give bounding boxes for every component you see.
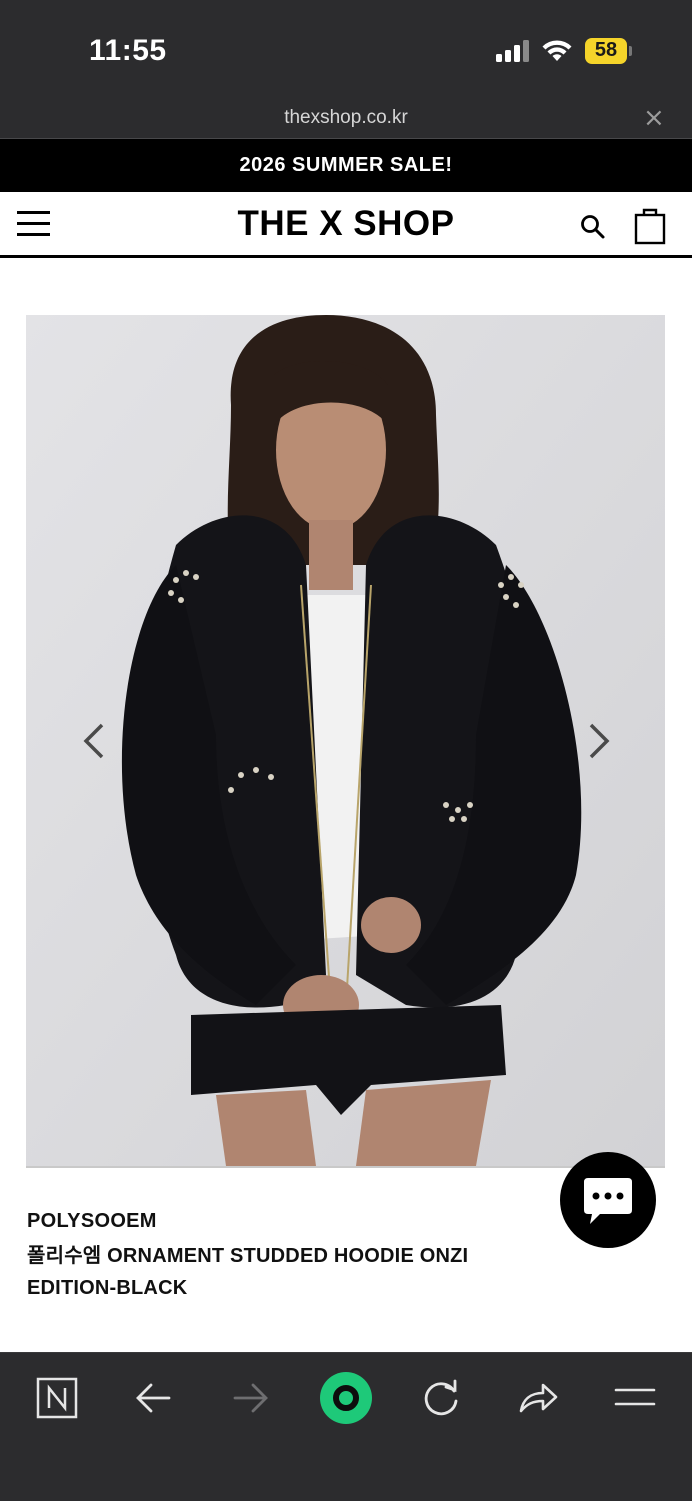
product-brand[interactable]: POLYSOOEM — [27, 1210, 157, 1233]
url-bar[interactable]: thexshop.co.kr × — [0, 100, 692, 139]
status-bar: 11:55 58 — [0, 0, 692, 100]
wifi-icon — [542, 40, 572, 61]
reload-icon[interactable] — [416, 1373, 466, 1423]
battery-nub — [629, 46, 632, 56]
share-icon[interactable] — [513, 1373, 563, 1423]
status-time: 11:55 — [89, 34, 167, 67]
site-header: THE X SHOP — [0, 192, 692, 258]
naver-n-icon[interactable] — [32, 1373, 82, 1423]
signal-icon — [496, 40, 529, 62]
close-icon[interactable]: × — [643, 102, 665, 134]
chevron-right-icon[interactable] — [585, 722, 613, 760]
menu-lines-icon[interactable] — [610, 1373, 660, 1423]
product-name: 폴리수엠 ORNAMENT STUDDED HOODIE ONZI EDITIO… — [27, 1245, 469, 1299]
back-arrow-icon[interactable] — [129, 1373, 179, 1423]
product-photo — [26, 315, 665, 1166]
url-text[interactable]: thexshop.co.kr — [0, 107, 692, 129]
battery-level: 58 — [594, 39, 618, 61]
site-logo[interactable]: THE X SHOP — [238, 204, 455, 243]
chat-button[interactable] — [560, 1152, 656, 1248]
product-image[interactable] — [26, 315, 665, 1168]
chevron-left-icon[interactable] — [80, 722, 108, 760]
chat-bubble-icon — [584, 1178, 632, 1224]
green-circle-home-icon[interactable] — [319, 1371, 373, 1425]
forward-arrow-icon[interactable] — [225, 1373, 275, 1423]
promo-banner[interactable]: 2026 SUMMER SALE! — [0, 139, 692, 192]
search-icon[interactable] — [580, 214, 606, 240]
hamburger-menu-icon[interactable] — [17, 211, 50, 236]
battery-icon: 58 — [585, 38, 632, 64]
browser-toolbar — [0, 1352, 692, 1501]
shopping-bag-icon[interactable] — [634, 207, 666, 245]
promo-text[interactable]: 2026 SUMMER SALE! — [0, 154, 692, 177]
